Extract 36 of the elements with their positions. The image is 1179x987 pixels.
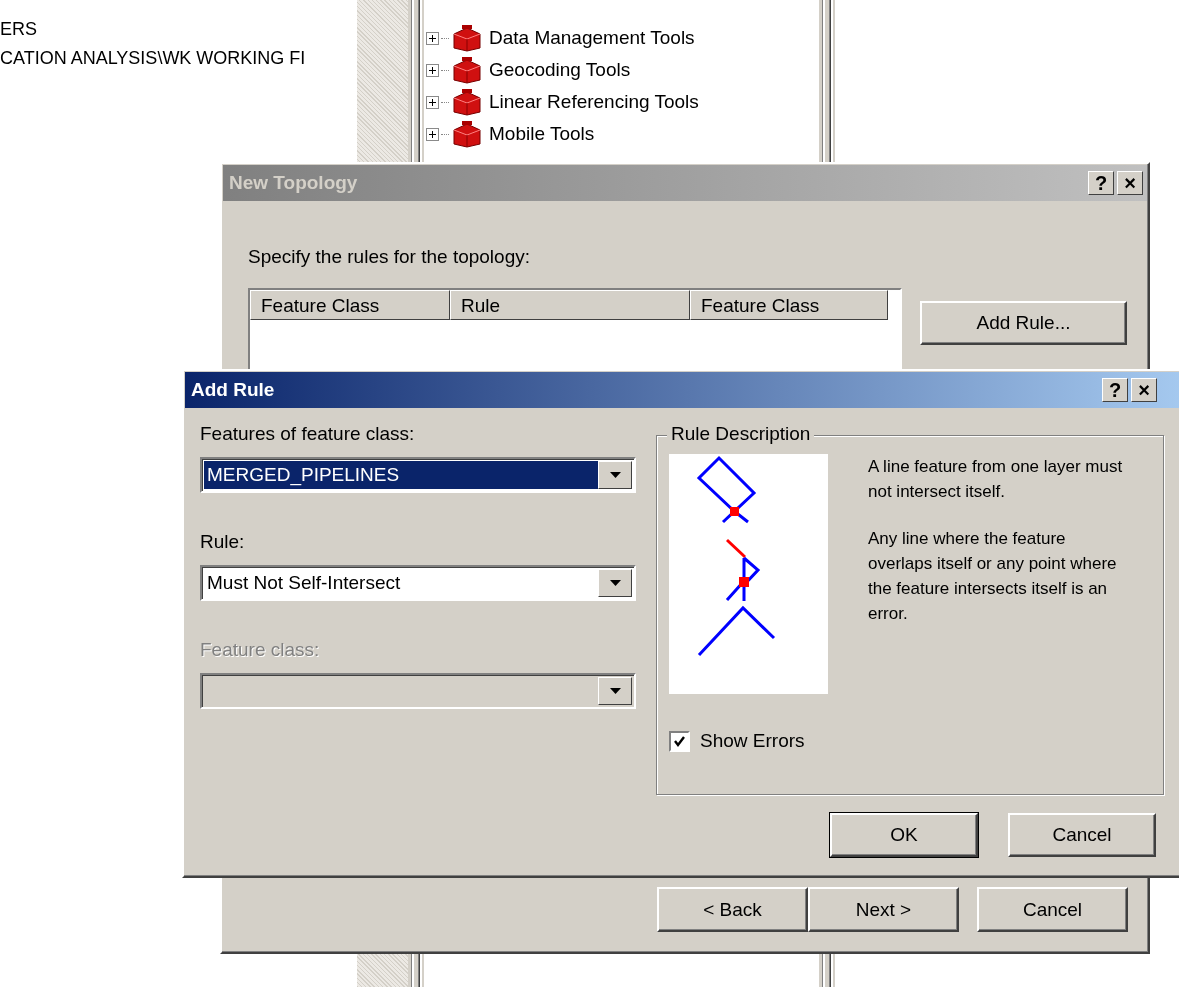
- path-text: ERS: [0, 18, 37, 40]
- window-title: New Topology: [229, 172, 358, 194]
- dropdown-arrow-icon: [609, 472, 621, 478]
- tree-item[interactable]: Linear Referencing Tools: [489, 91, 699, 113]
- toolbox-icon: [451, 120, 483, 148]
- column-header[interactable]: Feature Class: [690, 290, 888, 320]
- add-rule-button[interactable]: Add Rule...: [920, 301, 1127, 345]
- dropdown-arrow-icon: [609, 580, 621, 586]
- instruction-text: Specify the rules for the topology:: [248, 246, 531, 268]
- checkmark-icon: [673, 734, 686, 748]
- ok-button[interactable]: OK: [830, 813, 978, 857]
- window-title: Add Rule: [191, 379, 275, 401]
- tree-item[interactable]: Geocoding Tools: [489, 59, 631, 81]
- next-button[interactable]: Next >: [808, 887, 959, 932]
- toolbox-icon: [451, 24, 483, 52]
- cancel-button[interactable]: Cancel: [1008, 813, 1156, 857]
- field-label: Feature class:: [200, 639, 321, 662]
- description-text: A line feature from one layer must not intersect itself.: [868, 456, 1123, 503]
- back-button[interactable]: < Back: [657, 887, 808, 932]
- field-label: Rule:: [200, 531, 246, 554]
- dropdown-arrow-icon: [609, 688, 621, 694]
- field-label: Features of feature class:: [200, 423, 416, 446]
- column-header[interactable]: Rule: [450, 290, 690, 320]
- dropdown-field[interactable]: Must Not Self-Intersect: [200, 565, 636, 601]
- path-text: CATION ANALYSIS\WK WORKING FI: [0, 47, 306, 69]
- toolbox-icon: [451, 88, 483, 116]
- cancel-button[interactable]: Cancel: [977, 887, 1128, 932]
- dropdown-field[interactable]: MERGED_PIPELINES: [200, 457, 636, 493]
- description-text: Any line where the feature overlaps itself or any point where the feature intersects itself is an error.: [868, 528, 1118, 625]
- column-header[interactable]: Feature Class: [250, 290, 450, 320]
- show-errors-checkbox[interactable]: Show Errors: [669, 730, 1151, 752]
- help-button[interactable]: ?: [1102, 378, 1128, 402]
- tree-item[interactable]: Data Management Tools: [489, 27, 695, 49]
- toolbox-icon: [451, 56, 483, 84]
- close-button[interactable]: ×: [1131, 378, 1157, 402]
- tree-item[interactable]: Mobile Tools: [489, 123, 595, 145]
